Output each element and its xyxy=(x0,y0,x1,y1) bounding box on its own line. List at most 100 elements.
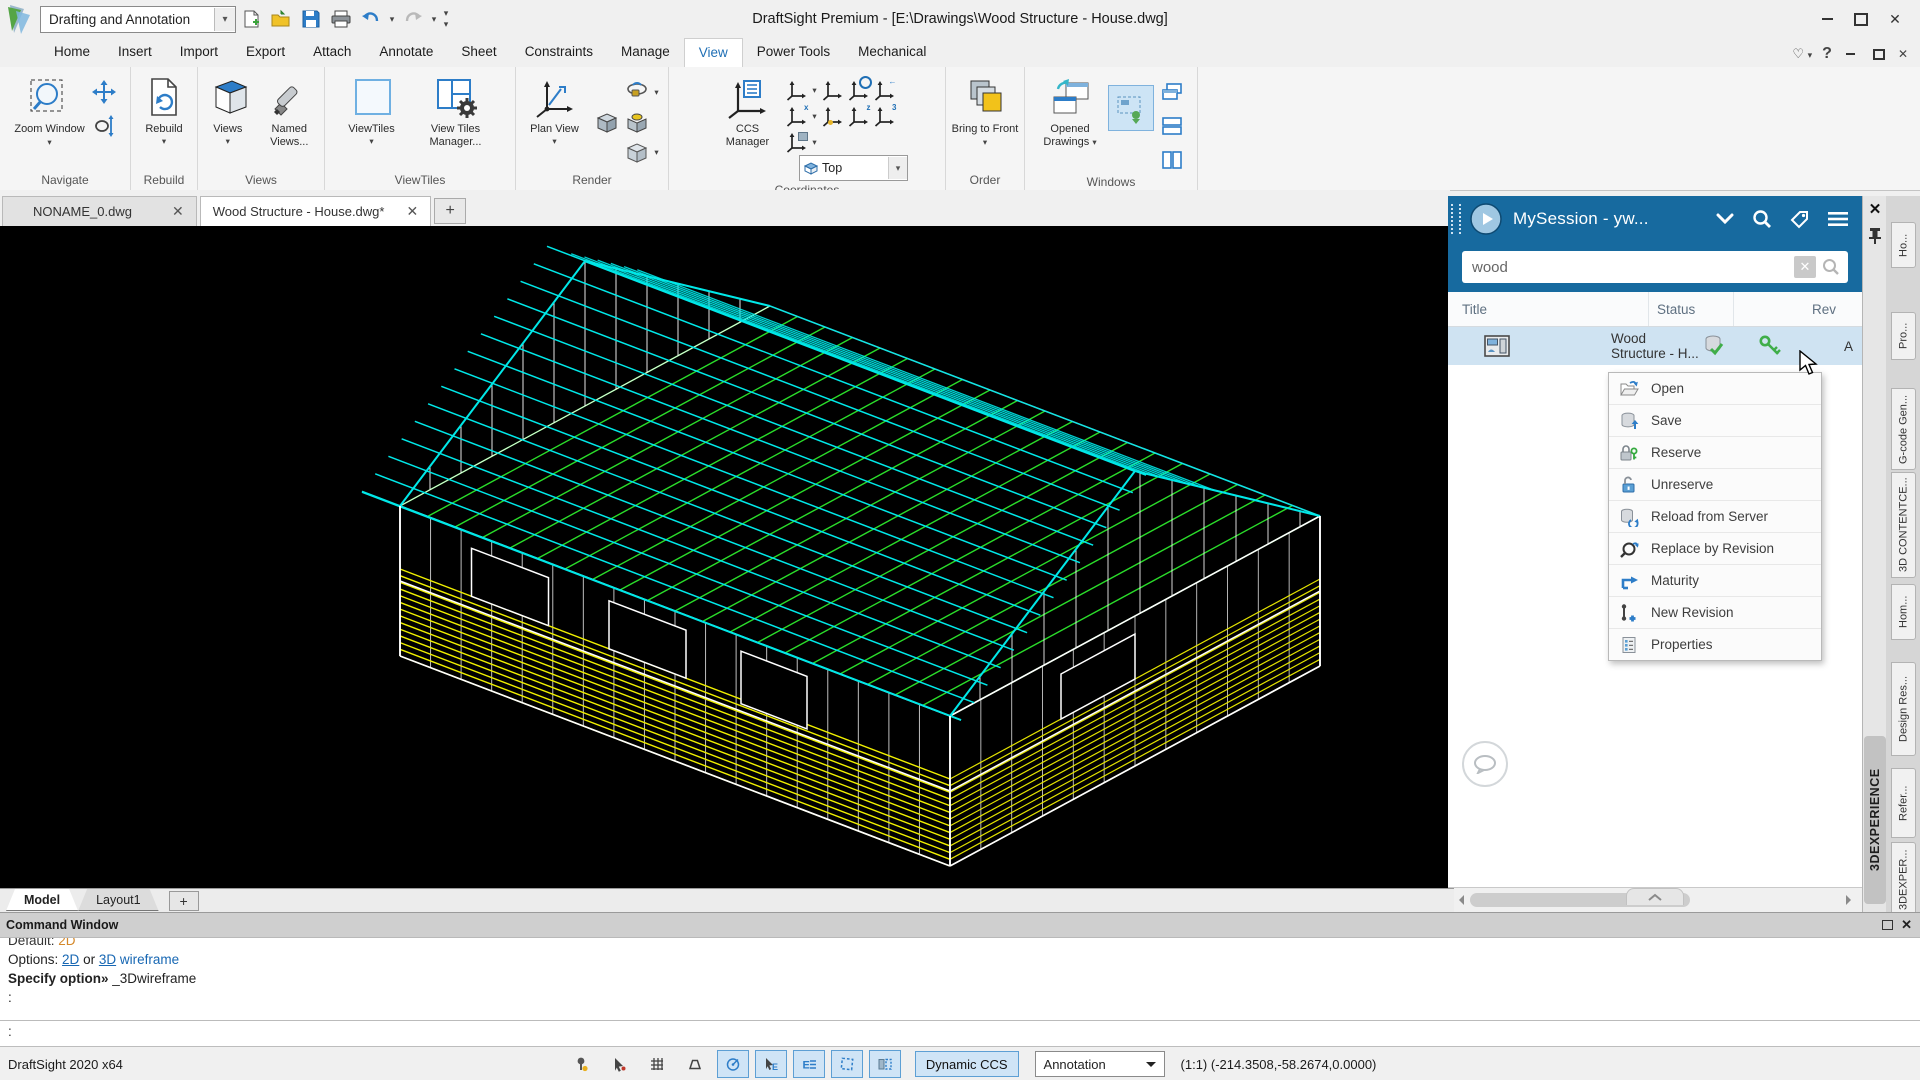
close-button[interactable]: ✕ xyxy=(1880,6,1910,32)
command-history[interactable]: Default: 2D Options: 2D or 3D wireframe … xyxy=(0,938,1920,1020)
ccs-entity-button[interactable]: ← xyxy=(872,77,898,103)
panel-collapse-button[interactable] xyxy=(1626,888,1684,905)
column-header-rev[interactable]: Rev xyxy=(1808,292,1862,326)
side-tab-3dexper[interactable]: 3DEXPER... xyxy=(1891,842,1916,918)
menu-tab-annotate[interactable]: Annotate xyxy=(365,38,447,67)
panel-grip[interactable] xyxy=(1451,204,1461,234)
column-header-title[interactable]: Title xyxy=(1448,292,1649,326)
side-tab-3d-contentce[interactable]: 3D CONTENTCE... xyxy=(1891,472,1916,578)
ccs-world-button[interactable] xyxy=(784,77,810,103)
status-toggle-entity-tracking[interactable]: E xyxy=(792,1050,825,1078)
command-input[interactable]: : xyxy=(0,1020,1920,1048)
search-field[interactable]: ✕ xyxy=(1462,251,1848,283)
shaded-view-button[interactable] xyxy=(594,109,620,135)
ccs-rotate-x-button[interactable]: x xyxy=(784,103,810,129)
search-input[interactable] xyxy=(1462,258,1794,276)
panel-tag-icon[interactable] xyxy=(1790,209,1810,229)
zoom-window-button[interactable]: Zoom Window ▾ xyxy=(14,75,86,149)
rebuild-button[interactable]: Rebuild ▾ xyxy=(135,75,193,146)
workspace-selector[interactable]: Drafting and Annotation ▾ xyxy=(40,5,236,33)
side-tab-hom[interactable]: Hom... xyxy=(1891,584,1916,640)
ribbon-restore-button[interactable] xyxy=(1870,46,1888,62)
named-views-button[interactable]: Named Views... xyxy=(259,75,320,149)
ccs-named-button[interactable] xyxy=(846,76,872,103)
menu-tab-power-tools[interactable]: Power Tools xyxy=(743,38,844,67)
context-menu-item-open[interactable]: Open xyxy=(1609,373,1821,405)
view-style-dropdown-arrow[interactable]: ▾ xyxy=(654,147,658,158)
cascade-windows-button[interactable] xyxy=(1159,79,1185,105)
new-document-tab-button[interactable]: + xyxy=(434,198,467,224)
context-menu-item-properties[interactable]: Properties xyxy=(1609,629,1821,660)
menu-tab-export[interactable]: Export xyxy=(232,38,299,67)
viewtiles-manager-button[interactable]: View Tiles Manager... xyxy=(410,75,502,149)
side-tab-ho[interactable]: Ho... xyxy=(1891,222,1916,268)
menu-tab-mechanical[interactable]: Mechanical xyxy=(844,38,940,67)
add-sheet-button[interactable]: + xyxy=(168,891,199,911)
menu-tab-view[interactable]: View xyxy=(683,38,743,67)
menu-tab-sheet[interactable]: Sheet xyxy=(447,38,510,67)
context-menu-item-unreserve[interactable]: Unreserve xyxy=(1609,469,1821,501)
tile-vertically-button[interactable] xyxy=(1159,147,1185,173)
undo-dropdown-arrow[interactable]: ▾ xyxy=(386,14,398,25)
panel-menu-hamburger-icon[interactable] xyxy=(1828,211,1848,227)
ccs-origin-button[interactable] xyxy=(820,103,846,129)
view-preset-dropdown-arrow[interactable]: ▾ xyxy=(888,157,907,179)
menu-tab-home[interactable]: Home xyxy=(40,38,104,67)
panel-horizontal-scrollbar[interactable] xyxy=(1448,887,1862,912)
chat-bubble-button[interactable] xyxy=(1462,741,1508,787)
ccs-zaxis-button[interactable]: z xyxy=(846,103,872,129)
option-2d-link[interactable]: 2D xyxy=(62,952,79,967)
ccs-manager-button[interactable]: CCS Manager xyxy=(717,75,779,149)
minimize-button[interactable] xyxy=(1812,6,1842,32)
document-tab-close-icon[interactable]: ✕ xyxy=(172,203,184,220)
menu-tab-import[interactable]: Import xyxy=(166,38,232,67)
ribbon-close-icon[interactable]: ✕ xyxy=(1898,47,1908,61)
result-row-wood-structure[interactable]: Wood Structure - H... A xyxy=(1448,327,1862,365)
context-menu-item-save[interactable]: Save xyxy=(1609,405,1821,437)
ccs-rotate-dropdown-arrow[interactable]: ▾ xyxy=(812,111,816,122)
status-toggle-split-view[interactable] xyxy=(868,1050,901,1078)
ccs-view-dropdown-arrow[interactable]: ▾ xyxy=(812,137,816,148)
opened-drawings-button[interactable]: Opened Drawings ▾ xyxy=(1037,75,1103,149)
workspace-dropdown-arrow[interactable]: ▾ xyxy=(214,7,235,31)
plan-view-button[interactable]: Plan View ▾ xyxy=(523,75,587,146)
redo-button[interactable] xyxy=(398,5,428,33)
context-menu-item-new-revision[interactable]: New Revision xyxy=(1609,597,1821,629)
views-button[interactable]: Views ▾ xyxy=(202,75,254,146)
scroll-right-arrow[interactable] xyxy=(1846,895,1856,905)
status-toggle-polar-tracking[interactable] xyxy=(716,1050,749,1078)
maximize-button[interactable] xyxy=(1846,6,1876,32)
document-tab[interactable]: Wood Structure - House.dwg* ✕ xyxy=(199,196,432,226)
dynamic-ccs-button[interactable]: Dynamic CCS xyxy=(914,1051,1019,1077)
context-menu-item-replace[interactable]: Replace by Revision xyxy=(1609,533,1821,565)
menu-tab-insert[interactable]: Insert xyxy=(104,38,166,67)
option-3d-link[interactable]: 3D xyxy=(99,952,116,967)
ccs-previous-button[interactable] xyxy=(820,77,846,103)
context-menu-item-maturity[interactable]: Maturity xyxy=(1609,565,1821,597)
help-icon[interactable]: ? xyxy=(1822,45,1832,63)
document-tab[interactable]: NONAME_0.dwg ✕ xyxy=(2,196,197,226)
panel-search-icon[interactable] xyxy=(1752,209,1772,229)
column-header-status[interactable]: Status xyxy=(1649,292,1734,326)
sheet-tab-layout1[interactable]: Layout1 xyxy=(78,889,158,911)
sheet-tab-model[interactable]: Model xyxy=(6,889,78,911)
context-menu-item-reload[interactable]: Reload from Server xyxy=(1609,501,1821,533)
side-tab-pro[interactable]: Pro... xyxy=(1891,312,1916,360)
status-toggle-entity-snaps[interactable]: E xyxy=(754,1050,787,1078)
hidden-view-button[interactable] xyxy=(624,109,650,135)
command-window-float-button[interactable] xyxy=(1882,920,1894,930)
search-clear-icon[interactable]: ✕ xyxy=(1794,256,1816,278)
view-preset-select[interactable]: Top ▾ xyxy=(799,155,908,181)
status-toggle-selection-preview[interactable] xyxy=(830,1050,863,1078)
tile-horizontally-button[interactable] xyxy=(1159,113,1185,139)
context-menu-item-reserve[interactable]: Reserve xyxy=(1609,437,1821,469)
panel-collapse-chevron-icon[interactable] xyxy=(1716,213,1734,225)
command-window-titlebar[interactable]: Command Window ✕ xyxy=(0,912,1920,938)
menu-tab-manage[interactable]: Manage xyxy=(607,38,684,67)
window-preview-button[interactable] xyxy=(1108,85,1154,131)
side-tab-design-res[interactable]: Design Res... xyxy=(1891,662,1916,756)
viewtiles-button[interactable]: ViewTiles ▾ xyxy=(339,75,405,146)
side-tab-g-code-gen[interactable]: G-code Gen... xyxy=(1891,388,1916,470)
new-file-button[interactable] xyxy=(236,5,266,33)
customize-quick-toolbar-arrow[interactable]: ▾ ▾ xyxy=(440,8,452,30)
